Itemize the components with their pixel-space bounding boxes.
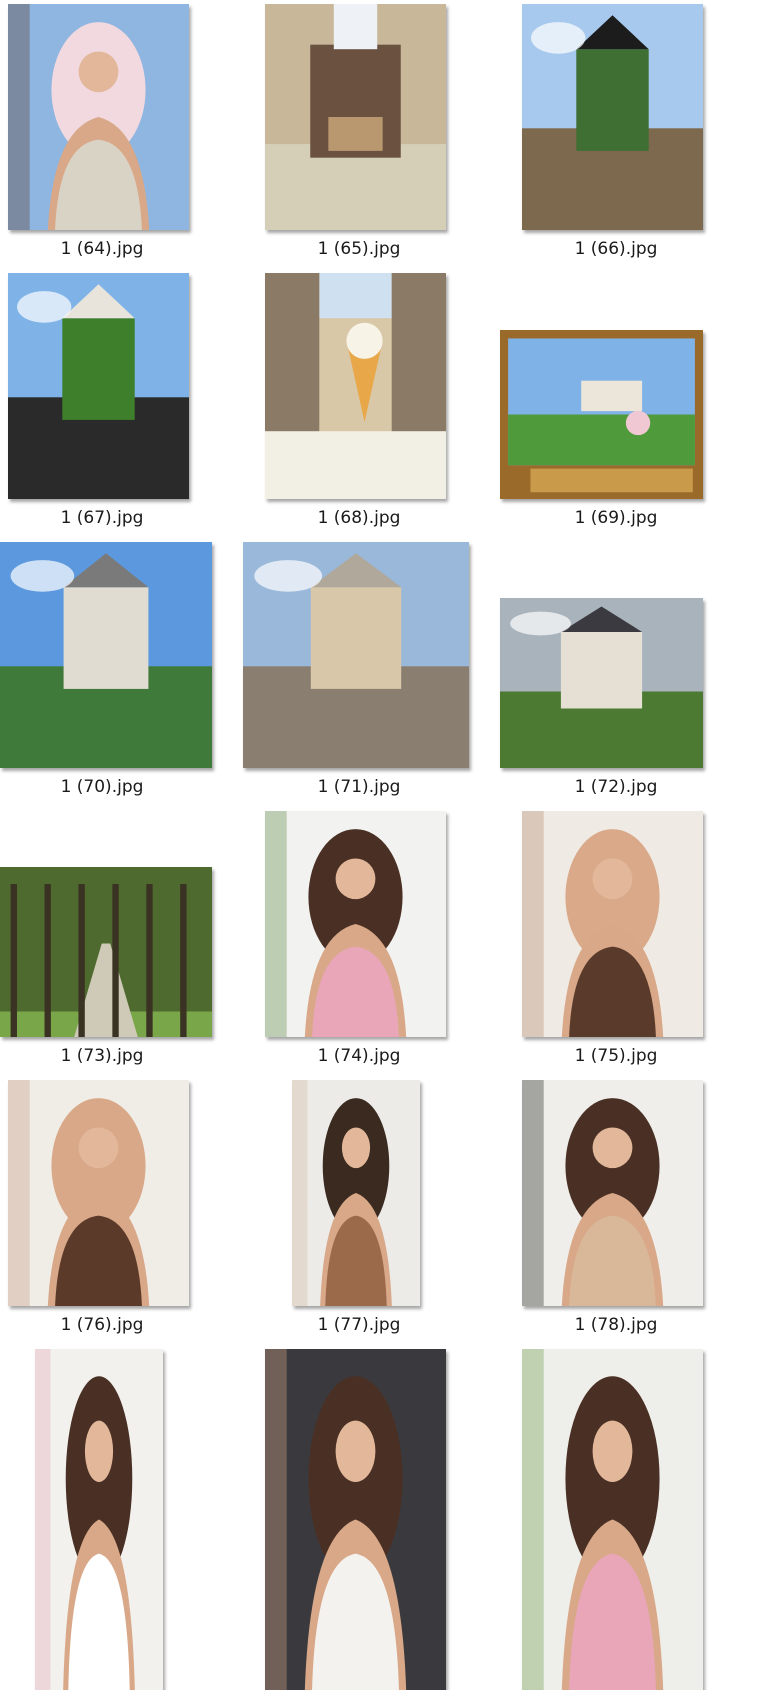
photo-preview-image <box>265 273 446 499</box>
file-thumbnail[interactable] <box>8 273 189 499</box>
file-name-label[interactable]: 1 (68).jpg <box>239 508 479 528</box>
file-thumbnail[interactable] <box>522 811 703 1037</box>
photo-preview-image <box>500 330 703 499</box>
photo-preview-image <box>522 4 703 230</box>
photo-preview-image <box>265 1349 446 1690</box>
file-name-label[interactable]: 1 (65).jpg <box>239 239 479 259</box>
file-thumbnail[interactable] <box>243 542 469 768</box>
file-thumbnail[interactable] <box>522 4 703 230</box>
file-thumbnail[interactable] <box>522 1080 703 1306</box>
photo-preview-image <box>522 1349 703 1690</box>
file-thumbnail[interactable] <box>265 1349 446 1690</box>
file-name-label[interactable]: 1 (78).jpg <box>496 1315 736 1335</box>
file-thumbnail[interactable] <box>522 1349 703 1690</box>
file-name-label[interactable]: 1 (71).jpg <box>239 777 479 797</box>
file-thumbnail-grid: 1 (64).jpg 1 (65).jpg 1 (66).jpg 1 (67).jpg… <box>0 0 758 1690</box>
file-thumbnail[interactable] <box>265 273 446 499</box>
file-name-label[interactable]: 1 (64).jpg <box>0 239 222 259</box>
photo-preview-image <box>265 4 446 230</box>
photo-preview-image <box>500 598 703 768</box>
photo-preview-image <box>265 811 446 1037</box>
file-name-label[interactable]: 1 (74).jpg <box>239 1046 479 1066</box>
photo-preview-image <box>35 1349 163 1690</box>
photo-preview-image <box>522 1080 703 1306</box>
file-name-label[interactable]: 1 (70).jpg <box>0 777 222 797</box>
photo-preview-image <box>8 273 189 499</box>
file-thumbnail[interactable] <box>8 1080 189 1306</box>
file-thumbnail[interactable] <box>35 1349 163 1690</box>
photo-preview-image <box>0 867 212 1037</box>
file-thumbnail[interactable] <box>265 811 446 1037</box>
file-thumbnail[interactable] <box>0 542 212 768</box>
file-name-label[interactable]: 1 (66).jpg <box>496 239 736 259</box>
file-name-label[interactable]: 1 (77).jpg <box>239 1315 479 1335</box>
file-thumbnail[interactable] <box>8 4 189 230</box>
photo-preview-image <box>0 542 212 768</box>
file-thumbnail[interactable] <box>500 330 703 499</box>
photo-preview-image <box>522 811 703 1037</box>
file-thumbnail[interactable] <box>500 598 703 768</box>
file-name-label[interactable]: 1 (76).jpg <box>0 1315 222 1335</box>
file-name-label[interactable]: 1 (67).jpg <box>0 508 222 528</box>
photo-preview-image <box>292 1080 420 1306</box>
photo-preview-image <box>243 542 469 768</box>
file-name-label[interactable]: 1 (73).jpg <box>0 1046 222 1066</box>
file-name-label[interactable]: 1 (72).jpg <box>496 777 736 797</box>
photo-preview-image <box>8 1080 189 1306</box>
file-thumbnail[interactable] <box>0 867 212 1037</box>
file-thumbnail[interactable] <box>265 4 446 230</box>
photo-preview-image <box>8 4 189 230</box>
file-name-label[interactable]: 1 (75).jpg <box>496 1046 736 1066</box>
file-thumbnail[interactable] <box>292 1080 420 1306</box>
file-name-label[interactable]: 1 (69).jpg <box>496 508 736 528</box>
